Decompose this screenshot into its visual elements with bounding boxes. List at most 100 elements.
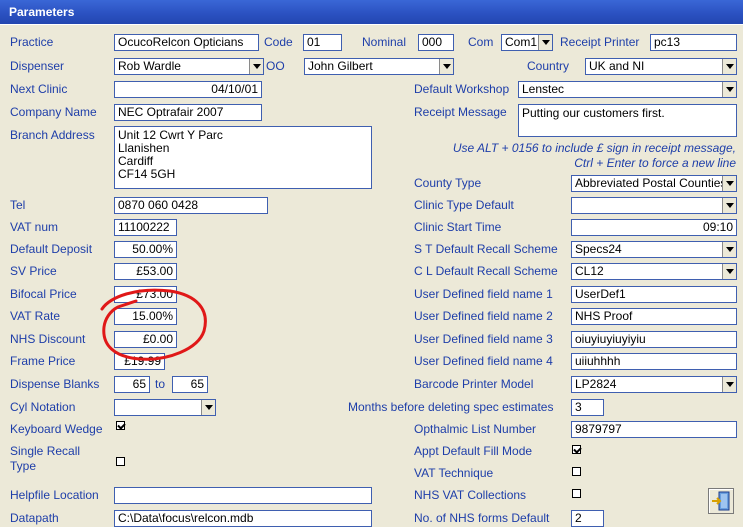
bifocal-price-label: Bifocal Price [10,287,77,301]
tel-label: Tel [10,198,26,212]
window-title: Parameters [0,0,743,24]
cyl-notation-dropdown[interactable] [114,399,216,416]
nhs-vat-collections-checkbox[interactable] [572,489,581,498]
vat-rate-input[interactable]: 15.00% [114,308,177,325]
st-recall-dropdown[interactable]: Specs24 [571,241,737,258]
chevron-down-icon[interactable] [249,59,263,74]
chevron-down-icon[interactable] [722,176,736,191]
receipt-message-hint: Use ALT + 0156 to include £ sign in rece… [452,141,736,170]
st-recall-value: Specs24 [575,242,622,256]
oo-label: OO [266,59,285,73]
helpfile-location-label: Helpfile Location [10,488,99,502]
opthalmic-list-number-input[interactable]: 9879797 [571,421,737,438]
county-type-label: County Type [414,176,482,190]
practice-label: Practice [10,35,54,49]
dispense-blanks-label: Dispense Blanks [10,377,100,391]
code-label: Code [264,35,293,49]
udf4-input[interactable]: uiiuhhhh [571,353,737,370]
branch-address-label: Branch Address [10,128,95,142]
chevron-down-icon[interactable] [722,59,736,74]
com-value: Com1 [505,35,538,49]
default-deposit-input[interactable]: 50.00% [114,241,177,258]
dispense-blanks-from-input[interactable]: 65 [114,376,150,393]
chevron-down-icon[interactable] [722,264,736,279]
st-recall-label: S T Default Recall Scheme [414,242,558,256]
practice-input[interactable]: OcucoRelcon Opticians [114,34,259,51]
chevron-down-icon[interactable] [722,242,736,257]
next-clinic-label: Next Clinic [10,82,68,96]
com-label: Com [468,35,494,49]
next-clinic-input[interactable]: 04/10/01 [114,81,262,98]
company-name-label: Company Name [10,105,97,119]
oo-dropdown[interactable]: John Gilbert [304,58,454,75]
keyboard-wedge-checkbox[interactable] [116,421,125,430]
datapath-input[interactable]: C:\Data\focus\relcon.mdb [114,510,372,527]
county-type-dropdown[interactable]: Abbreviated Postal Counties [571,175,737,192]
oo-value: John Gilbert [308,59,373,73]
dispenser-label: Dispenser [10,59,65,73]
udf1-label: User Defined field name 1 [414,287,553,301]
udf2-input[interactable]: NHS Proof [571,308,737,325]
cl-recall-dropdown[interactable]: CL12 [571,263,737,280]
chevron-down-icon[interactable] [722,82,736,97]
sv-price-input[interactable]: £53.00 [114,263,177,280]
country-label: Country [527,59,570,73]
receipt-printer-label: Receipt Printer [560,35,640,49]
barcode-printer-label: Barcode Printer Model [414,377,534,391]
chevron-down-icon[interactable] [201,400,215,415]
single-recall-type-checkbox[interactable] [116,457,125,466]
code-input[interactable]: 01 [303,34,342,51]
datapath-label: Datapath [10,511,59,525]
nhs-discount-label: NHS Discount [10,332,86,346]
vat-num-input[interactable]: 11100222 [114,219,177,236]
dispense-blanks-to-input[interactable]: 65 [172,376,208,393]
bifocal-price-input[interactable]: £73.00 [114,286,177,303]
parameters-panel: Practice OcucoRelcon Opticians Code 01 N… [0,24,743,527]
cyl-notation-label: Cyl Notation [10,400,76,414]
dispenser-value: Rob Wardle [118,59,181,73]
chevron-down-icon[interactable] [722,377,736,392]
opthalmic-list-number-label: Opthalmic List Number [414,422,537,436]
udf3-input[interactable]: oiuyiuyiuyiyiu [571,331,737,348]
receipt-message-input[interactable]: Putting our customers first. [518,104,737,137]
chevron-down-icon[interactable] [538,35,552,50]
nominal-input[interactable]: 000 [418,34,454,51]
dispenser-dropdown[interactable]: Rob Wardle [114,58,264,75]
vat-technique-checkbox[interactable] [572,467,581,476]
exit-door-icon [712,491,730,511]
barcode-printer-dropdown[interactable]: LP2824 [571,376,737,393]
nhs-discount-input[interactable]: £0.00 [114,331,177,348]
default-workshop-dropdown[interactable]: Lenstec [518,81,737,98]
chevron-down-icon[interactable] [439,59,453,74]
default-workshop-value: Lenstec [522,82,565,96]
months-before-deleting-input[interactable]: 3 [571,399,604,416]
com-dropdown[interactable]: Com1 [501,34,553,51]
default-workshop-label: Default Workshop [414,82,510,96]
exit-button[interactable] [708,488,734,514]
tel-input[interactable]: 0870 060 0428 [114,197,268,214]
appt-default-fill-checkbox[interactable] [572,445,581,454]
chevron-down-icon[interactable] [722,198,736,213]
cl-recall-value: CL12 [575,264,604,278]
clinic-type-default-label: Clinic Type Default [414,198,514,212]
nominal-label: Nominal [362,35,407,49]
helpfile-location-input[interactable] [114,487,372,504]
receipt-message-label: Receipt Message [414,105,507,119]
default-deposit-label: Default Deposit [10,242,93,256]
vat-rate-label: VAT Rate [10,309,61,323]
country-dropdown[interactable]: UK and NI [585,58,737,75]
county-type-value: Abbreviated Postal Counties [575,176,727,190]
keyboard-wedge-label: Keyboard Wedge [10,422,103,436]
nhs-vat-collections-label: NHS VAT Collections [414,488,527,502]
frame-price-input[interactable]: £19.99 [114,353,165,370]
udf2-label: User Defined field name 2 [414,309,553,323]
clinic-type-default-dropdown[interactable] [571,197,737,214]
branch-address-textarea[interactable]: Unit 12 Cwrt Y Parc Llanishen Cardiff CF… [114,126,372,189]
sv-price-label: SV Price [10,264,57,278]
udf1-input[interactable]: UserDef1 [571,286,737,303]
receipt-printer-input[interactable]: pc13 [650,34,737,51]
clinic-start-time-input[interactable]: 09:10 [571,219,737,236]
barcode-printer-value: LP2824 [575,377,617,391]
nhs-forms-default-input[interactable]: 2 [571,510,604,527]
company-name-input[interactable]: NEC Optrafair 2007 [114,104,262,121]
